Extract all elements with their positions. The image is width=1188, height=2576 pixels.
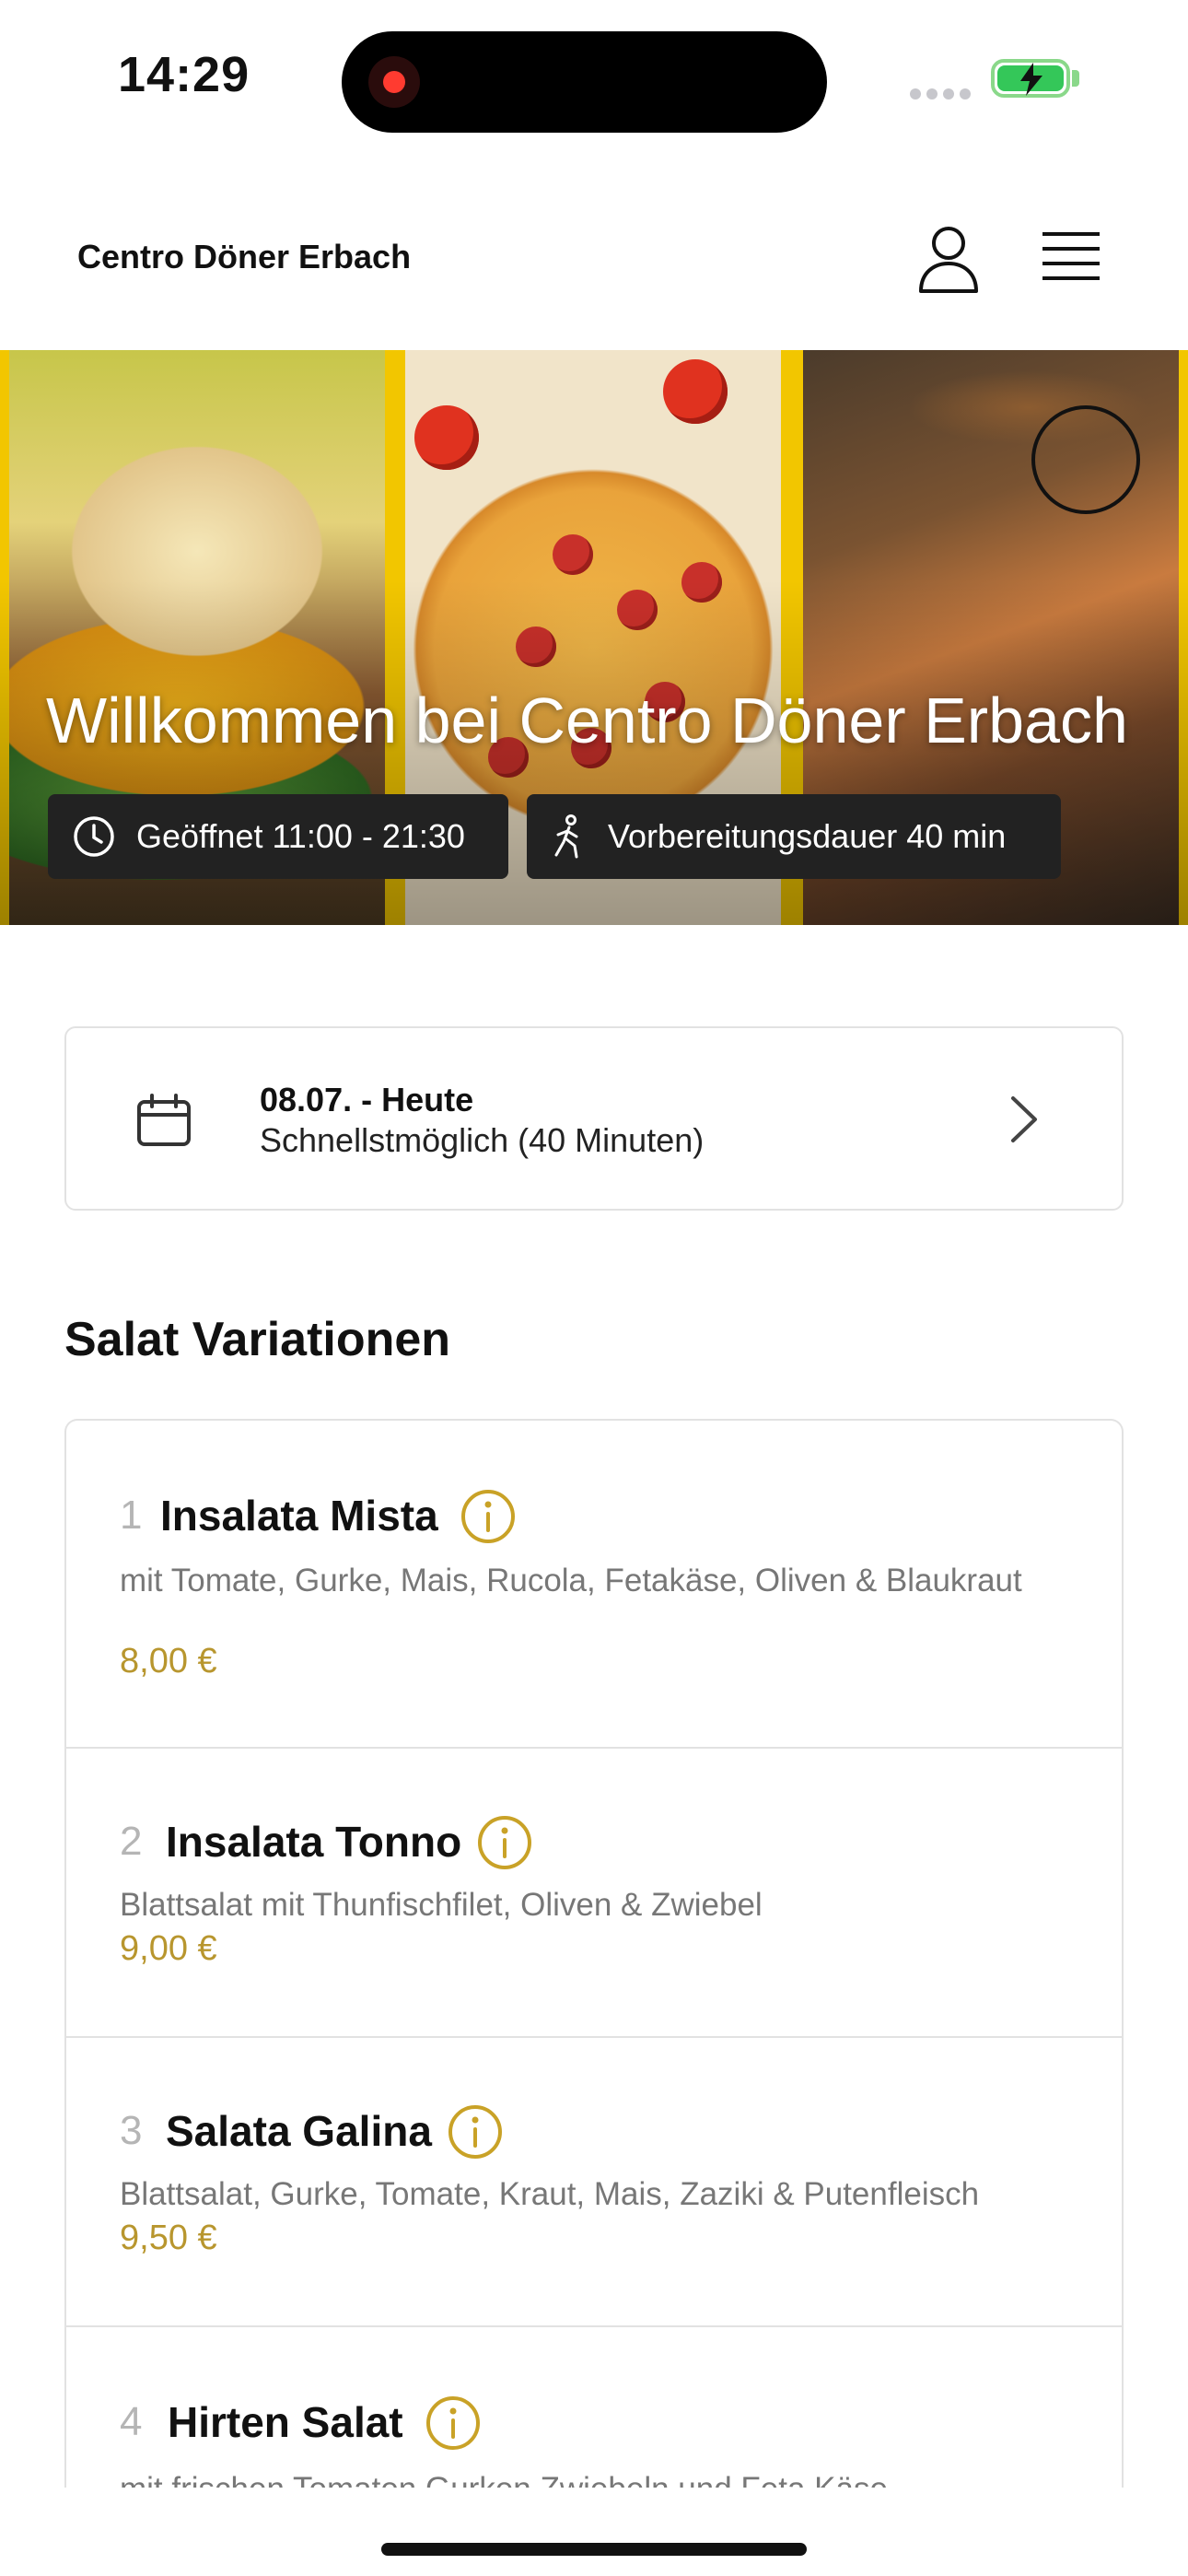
hamburger-menu-icon[interactable] <box>1041 228 1101 286</box>
info-icon[interactable] <box>460 1489 516 1544</box>
item-name: Insalata Tonno <box>166 1818 462 1866</box>
item-description: Blattsalat mit Thunfischfilet, Oliven & … <box>120 1887 763 1923</box>
date-time-selector[interactable] <box>64 1026 1124 1211</box>
item-number: 2 <box>120 1819 143 1864</box>
item-price: 9,00 € <box>120 1929 217 1968</box>
user-icon[interactable] <box>915 221 982 295</box>
prep-time-badge: Vorbereitungsdauer 40 min <box>527 794 1061 879</box>
home-indicator[interactable] <box>381 2543 807 2556</box>
menu-item[interactable]: 2 Insalata Tonno Blattsalat mit Thunfisc… <box>66 1749 1122 2038</box>
recording-indicator-icon <box>368 56 420 108</box>
status-time: 14:29 <box>118 47 250 102</box>
opening-hours-badge: Geöffnet 11:00 - 21:30 <box>48 794 508 879</box>
menu-item[interactable]: 1 Insalata Mista mit Tomate, Gurke, Mais… <box>66 1421 1122 1749</box>
item-description: mit frischen Tomaten Gurken Zwiebeln und… <box>120 2471 888 2488</box>
item-description: mit Tomate, Gurke, Mais, Rucola, Fetakäs… <box>120 1563 1022 1598</box>
opening-hours-text: Geöffnet 11:00 - 21:30 <box>136 817 465 855</box>
clock-icon <box>74 816 114 857</box>
walking-icon <box>554 814 578 859</box>
item-price: 8,00 € <box>120 1642 217 1680</box>
brand-title[interactable]: Centro Döner Erbach <box>77 238 411 276</box>
menu-item-list: 1 Insalata Mista mit Tomate, Gurke, Mais… <box>64 1419 1124 2488</box>
item-description: Blattsalat, Gurke, Tomate, Kraut, Mais, … <box>120 2176 980 2212</box>
menu-item[interactable]: 4 Hirten Salat mit frischen Tomaten Gurk… <box>66 2327 1122 2488</box>
item-name: Hirten Salat <box>168 2398 403 2446</box>
item-number: 4 <box>120 2399 143 2444</box>
item-name: Insalata Mista <box>160 1492 438 1540</box>
item-name: Salata Galina <box>166 2107 432 2155</box>
battery-icon <box>991 59 1070 98</box>
date-subtitle: Schnellstmöglich (40 Minuten) <box>260 1121 705 1159</box>
info-icon[interactable] <box>425 2395 481 2451</box>
item-number: 3 <box>120 2108 143 2153</box>
calendar-icon <box>137 1094 191 1146</box>
date-title: 08.07. - Heute <box>260 1081 474 1118</box>
menu-item[interactable]: 3 Salata Galina Blattsalat, Gurke, Tomat… <box>66 2038 1122 2327</box>
battery-cap <box>1072 70 1079 87</box>
prep-time-text: Vorbereitungsdauer 40 min <box>608 817 1007 855</box>
signal-icon <box>910 88 976 104</box>
section-title: Salat Variationen <box>64 1313 451 1366</box>
bottom-safe-area <box>0 2488 1188 2576</box>
chevron-right-icon <box>1011 1096 1037 1142</box>
info-icon[interactable] <box>477 1815 532 1870</box>
hero-title: Willkommen bei Centro Döner Erbach <box>46 685 1128 756</box>
item-price: 9,50 € <box>120 2219 217 2257</box>
item-number: 1 <box>120 1493 143 1538</box>
info-icon[interactable] <box>448 2104 503 2160</box>
